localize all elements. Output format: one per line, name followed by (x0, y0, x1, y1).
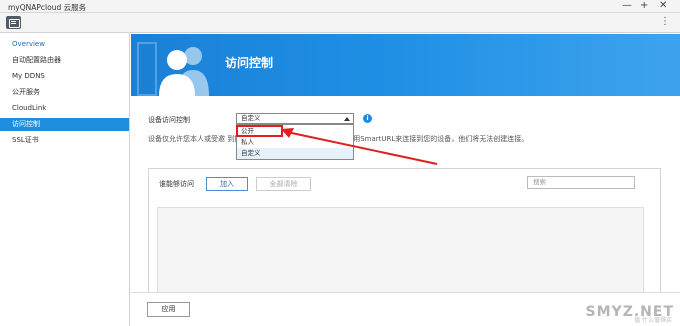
menu-icon[interactable] (6, 16, 21, 29)
apply-button[interactable]: 应用 (147, 302, 190, 317)
annotation-arrow-icon (281, 128, 438, 165)
sidebar-item-ssl-certificate[interactable]: SSL证书 (0, 134, 129, 147)
sidebar-item-public-services[interactable]: 公开服务 (0, 86, 129, 99)
add-button[interactable]: 加入 (206, 177, 248, 191)
access-mode-select[interactable]: 自定义 (236, 113, 354, 124)
sidebar-item-auto-router[interactable]: 自动配置路由器 (0, 54, 129, 67)
banner-decoration (137, 42, 157, 96)
watermark-subtext: 值 什么值得买 (634, 317, 672, 324)
info-icon[interactable]: i (363, 114, 372, 123)
minimize-icon[interactable]: — (622, 0, 632, 12)
dropdown-arrow-icon[interactable] (344, 117, 350, 121)
sidebar-item-overview[interactable]: Overview (0, 38, 129, 51)
toolbar: ⋮ (0, 13, 680, 33)
window-titlebar: myQNAPcloud 云服务 — + ✕ (0, 0, 680, 13)
access-list (157, 207, 644, 295)
page-banner: 访问控制 (131, 34, 680, 96)
users-icon (159, 47, 209, 96)
sidebar-item-cloudlink[interactable]: CloudLink (0, 102, 129, 115)
who-can-access-label: 谁能够访问 (159, 180, 194, 188)
access-control-label: 设备访问控制 (148, 116, 190, 124)
access-list-panel: 谁能够访问 加入 全部清除 搜索 (148, 168, 661, 298)
more-options-icon[interactable]: ⋮ (660, 16, 670, 27)
access-mode-value: 自定义 (241, 114, 261, 122)
maximize-icon[interactable]: + (640, 0, 648, 12)
main-content: 访问控制 设备访问控制 自定义 i 设备仅允许您本人或受邀 到搜索结果。如果有未… (131, 34, 680, 326)
close-icon[interactable]: ✕ (659, 0, 667, 12)
sidebar-item-access-control[interactable]: 访问控制 (0, 118, 129, 131)
sidebar: Overview 自动配置路由器 My DDNS 公开服务 CloudLink … (0, 34, 130, 326)
sidebar-item-my-ddns[interactable]: My DDNS (0, 70, 129, 83)
window-title: myQNAPcloud 云服务 (8, 3, 87, 12)
highlight-box (236, 125, 283, 137)
page-title: 访问控制 (225, 56, 274, 70)
clear-all-button[interactable]: 全部清除 (256, 177, 311, 191)
search-input[interactable]: 搜索 (527, 176, 635, 189)
